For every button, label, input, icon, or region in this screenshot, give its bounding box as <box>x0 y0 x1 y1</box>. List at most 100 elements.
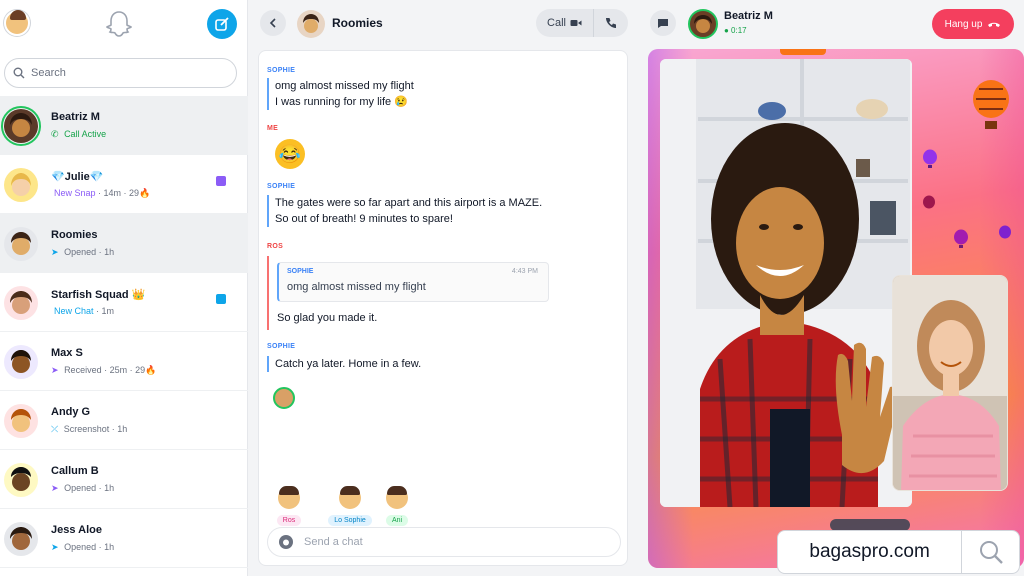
remote-video-feed <box>660 59 912 507</box>
conversation-name: Starfish Squad 👑 <box>51 289 146 301</box>
new-chat-badge <box>216 294 226 304</box>
watermark-text: bagaspro.com <box>809 541 930 562</box>
balloon-icon <box>923 195 935 209</box>
call-controls: Call <box>536 9 628 37</box>
profile-avatar[interactable] <box>4 10 30 36</box>
search-box[interactable] <box>4 58 237 88</box>
remote-participant-image <box>660 59 912 507</box>
message-bubble: The gates were so far apart and this air… <box>267 195 542 227</box>
conversation-sidebar: Beatriz M ✆ Call Active 💎Julie💎 New Snap… <box>0 0 248 576</box>
message-bubble: omg almost missed my flight I was runnin… <box>267 78 414 110</box>
screenshot-icon: ⤫ <box>51 424 59 434</box>
new-chat-button[interactable] <box>207 9 237 39</box>
message-sender: SOPHIE <box>267 343 296 350</box>
avatar <box>4 463 38 497</box>
avatar <box>4 227 38 261</box>
conversation-status: New Chat · 1m <box>54 306 115 316</box>
self-video-feed <box>892 275 1008 491</box>
opened-arrow-icon: ➤ <box>51 483 59 493</box>
video-stage <box>648 49 1024 568</box>
conversation-list: Beatriz M ✆ Call Active 💎Julie💎 New Snap… <box>0 96 248 568</box>
conversation-name: Beatriz M <box>51 111 100 123</box>
video-camera-icon <box>570 20 582 26</box>
hang-up-button[interactable]: Hang up <box>932 9 1014 39</box>
ghost-icon <box>105 10 133 38</box>
conversation-item[interactable]: Callum B ➤ Opened · 1h <box>0 450 248 509</box>
back-button[interactable] <box>260 10 286 36</box>
conversation-status: ➤ Received · 25m · 29🔥 <box>51 365 157 375</box>
reply-message: SOPHIE 4:43 PM omg almost missed my flig… <box>267 256 549 330</box>
search-icon <box>13 67 25 79</box>
video-call-button[interactable]: Call <box>536 9 594 37</box>
chevron-left-icon <box>269 18 276 28</box>
conversation-item[interactable]: Andy G ⤫ Screenshot · 1h <box>0 391 248 450</box>
call-header: Beatriz M ● 0:17 Hang up <box>640 0 1024 48</box>
conversation-name: Roomies <box>51 229 98 241</box>
conversation-item[interactable]: Starfish Squad 👑 New Chat · 1m <box>0 273 248 332</box>
balloon-icon <box>923 149 937 168</box>
message-sender: ROS <box>267 243 284 250</box>
watermark-search-button <box>961 530 1019 574</box>
search-input[interactable] <box>31 67 221 79</box>
opened-arrow-icon: ➤ <box>51 542 59 552</box>
compose-icon <box>215 17 229 31</box>
member-label: Lo Sophie <box>328 515 372 526</box>
conversation-status: ➤ Opened · 1h <box>51 247 115 257</box>
quoted-message[interactable]: SOPHIE 4:43 PM omg almost missed my flig… <box>277 262 549 302</box>
call-indicator <box>780 49 826 55</box>
conversation-item[interactable]: Roomies ➤ Opened · 1h <box>0 214 248 273</box>
conversation-name: Callum B <box>51 465 99 477</box>
chat-messages: SOPHIE omg almost missed my flight I was… <box>258 50 628 566</box>
avatar <box>4 345 38 379</box>
chat-title: Roomies <box>332 16 383 30</box>
caller-avatar <box>688 9 718 39</box>
balloon-icon <box>954 229 968 248</box>
avatar <box>4 109 38 143</box>
hang-up-icon <box>988 22 1001 27</box>
conversation-status: ✆ Call Active <box>51 129 107 139</box>
conversation-name: Jess Aloe <box>51 524 102 536</box>
avatar <box>339 486 361 509</box>
sent-arrow-icon: ➤ <box>51 247 59 257</box>
present-member: Lo Sophie <box>323 486 377 527</box>
avatar <box>386 486 408 509</box>
emoji-sticker[interactable]: 😂 <box>275 139 305 169</box>
balloon-icon <box>973 80 1009 129</box>
chat-toggle-button[interactable] <box>650 10 676 36</box>
chat-bubble-icon <box>658 19 668 28</box>
conversation-name: 💎Julie💎 <box>51 171 104 183</box>
chat-composer[interactable] <box>267 527 621 557</box>
member-label: Ros <box>276 515 302 526</box>
new-snap-badge <box>216 176 226 186</box>
balloon-icon <box>999 225 1011 239</box>
camera-icon[interactable] <box>278 534 294 550</box>
message-sender: SOPHIE <box>267 183 296 190</box>
avatar <box>4 286 38 320</box>
conversation-status: New Snap · 14m · 29🔥 <box>54 188 151 198</box>
received-arrow-icon: ➤ <box>51 365 59 375</box>
message-sender: ME <box>267 125 279 132</box>
message-sender: SOPHIE <box>267 67 296 74</box>
call-duration: ● 0:17 <box>724 26 747 35</box>
group-avatar <box>297 10 325 38</box>
conversation-item[interactable]: 💎Julie💎 New Snap · 14m · 29🔥 <box>0 155 248 214</box>
present-member: Ros <box>269 486 309 527</box>
avatar <box>278 486 300 509</box>
chat-header: Roomies Call <box>256 0 632 48</box>
caller-name: Beatriz M <box>724 10 773 22</box>
sidebar-header <box>0 0 248 50</box>
conversation-status: ➤ Opened · 1h <box>51 483 115 493</box>
conversation-name: Andy G <box>51 406 91 418</box>
conversation-item[interactable]: Max S ➤ Received · 25m · 29🔥 <box>0 332 248 391</box>
message-input[interactable] <box>304 536 604 548</box>
conversation-status: ➤ Opened · 1h <box>51 542 115 552</box>
local-participant-image <box>893 276 1007 490</box>
magnifier-icon <box>979 541 1003 564</box>
conversation-item[interactable]: Beatriz M ✆ Call Active <box>0 96 248 155</box>
site-watermark: bagaspro.com <box>777 530 1020 574</box>
message-bubble: Catch ya later. Home in a few. <box>267 356 421 372</box>
voice-call-button[interactable] <box>594 9 628 37</box>
conversation-item[interactable]: Jess Aloe ➤ Opened · 1h <box>0 509 248 568</box>
read-receipt-avatar <box>273 387 295 409</box>
phone-icon: ✆ <box>51 129 59 139</box>
